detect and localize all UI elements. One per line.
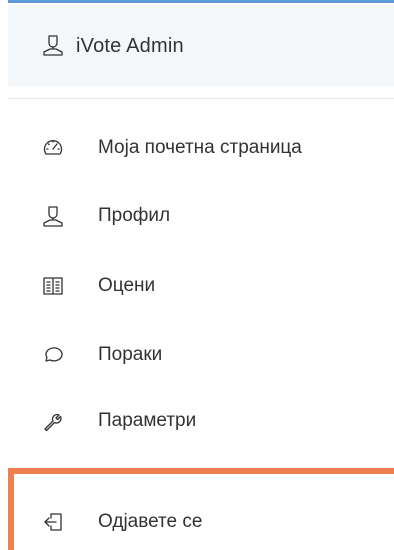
menu-top-border — [8, 0, 394, 3]
user-name: iVote Admin — [76, 35, 184, 57]
user-icon — [42, 205, 64, 227]
divider — [8, 98, 394, 99]
menu-item-profile[interactable]: Профил — [8, 194, 394, 238]
menu-item-messages[interactable]: Пораки — [8, 333, 394, 377]
message-icon — [42, 344, 64, 366]
menu-item-label: Пораки — [98, 344, 163, 365]
user-icon — [42, 34, 64, 56]
menu-item-settings[interactable]: Параметри — [8, 399, 394, 443]
logout-icon — [42, 511, 64, 533]
dashboard-icon — [42, 137, 64, 159]
logout-button[interactable]: Одјавете се — [8, 500, 394, 544]
menu-item-label: Моја почетна страница — [98, 137, 302, 158]
menu-item-label: Оцени — [98, 275, 156, 296]
user-menu: iVote Admin Моја почетна страница Профил — [0, 0, 394, 550]
wrench-icon — [42, 410, 64, 432]
user-header[interactable]: iVote Admin — [8, 5, 394, 86]
menu-item-label: Параметри — [98, 410, 197, 431]
grades-icon — [42, 275, 64, 297]
menu-item-label: Профил — [98, 205, 171, 226]
menu-item-dashboard[interactable]: Моја почетна страница — [8, 126, 394, 170]
menu-item-grades[interactable]: Оцени — [8, 264, 394, 308]
logout-label: Одјавете се — [98, 511, 203, 532]
